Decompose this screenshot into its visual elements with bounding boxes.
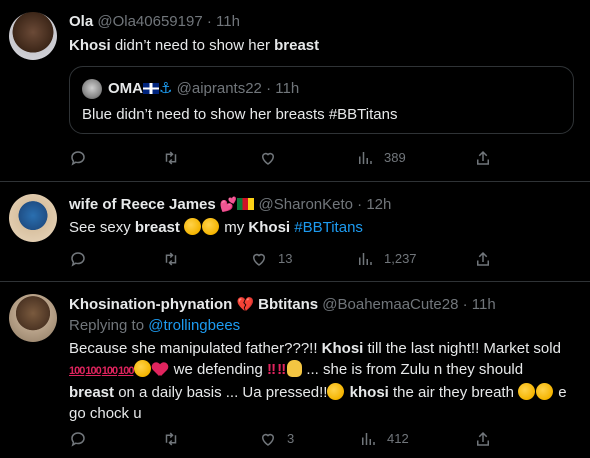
hundred-emoji: 100 (69, 365, 85, 377)
display-name[interactable]: wife of Reece James (69, 196, 216, 213)
reply-icon (71, 151, 85, 166)
display-name[interactable]: Khosination-phynation (69, 296, 232, 313)
victory-hand-emoji (287, 360, 303, 377)
smiling-hearts-emoji (134, 360, 152, 377)
reply-icon (71, 432, 85, 447)
quote-header: OMA ⚓ @aiprants22 · 11h (108, 80, 300, 97)
tweet[interactable]: wife of Reece James 💕 @SharonKeto · 12h … (0, 182, 590, 282)
display-name-suffix[interactable]: Bbtitans (258, 296, 318, 313)
quoted-tweet[interactable]: OMA ⚓ @aiprants22 · 11h Blue didn’t need … (69, 66, 574, 134)
replying-to: Replying to @trollingbees (69, 317, 241, 334)
share-button[interactable] (474, 429, 492, 449)
hundred-emoji: 100 (85, 365, 101, 377)
quote-handle: @aiprants22 (176, 80, 262, 97)
views-count: 389 (384, 150, 406, 165)
retweet-button[interactable] (162, 148, 180, 168)
timestamp[interactable]: 11h (216, 13, 240, 30)
views-button[interactable]: 412 (359, 429, 409, 449)
retweet-icon (165, 432, 177, 446)
tweet[interactable]: Khosination-phynation 💔 Bbtitans @Boahem… (0, 282, 590, 458)
like-icon (252, 253, 266, 266)
tweet-actions: 13 1,237 (69, 249, 509, 269)
tweet[interactable]: Ola @Ola40659197 · 11h Khosi didn’t need… (0, 0, 590, 182)
like-icon (261, 433, 275, 446)
red-heart-emoji (152, 362, 168, 377)
tweet-text: Because she manipulated father???!! Khos… (69, 340, 567, 422)
tweet-header: Khosination-phynation 💔 Bbtitans @Boahem… (69, 296, 496, 313)
separator: · (206, 13, 212, 30)
views-count: 412 (387, 431, 409, 446)
share-button[interactable] (474, 148, 492, 168)
like-button[interactable]: 3 (259, 429, 294, 449)
tweet-text: See sexy breast my Khosi #BBTitans (69, 218, 363, 236)
double-exclamation-emoji: ‼ (277, 361, 286, 378)
timestamp[interactable]: 12h (366, 196, 391, 213)
quote-text: Blue didn’t need to show her breasts #BB… (82, 106, 398, 123)
avatar[interactable] (9, 194, 57, 242)
likes-count: 3 (287, 431, 295, 446)
retweet-icon (165, 151, 177, 165)
share-icon (477, 251, 489, 266)
user-handle[interactable]: @BoahemaaCute28 (322, 296, 458, 313)
joy-emoji (327, 383, 345, 400)
hundred-emoji: 100 (118, 365, 134, 377)
quote-avatar (82, 79, 102, 99)
share-button[interactable] (474, 249, 492, 269)
retweet-button[interactable] (162, 249, 180, 269)
flag-emoji (237, 198, 255, 210)
avatar[interactable] (9, 294, 57, 342)
reply-button[interactable] (69, 148, 87, 168)
views-icon (359, 152, 372, 164)
views-button[interactable]: 389 (356, 148, 406, 168)
reply-button[interactable] (69, 249, 87, 269)
tweet-actions: 3 412 (69, 429, 509, 449)
smiling-hearts-emoji (202, 218, 220, 235)
user-handle[interactable]: @SharonKeto (259, 196, 353, 213)
user-handle[interactable]: @Ola40659197 (97, 13, 202, 30)
tweet-header: Ola @Ola40659197 · 11h (69, 12, 578, 32)
retweet-button[interactable] (162, 429, 180, 449)
joy-emoji (518, 383, 536, 400)
timestamp[interactable]: 11h (472, 296, 496, 313)
tweet-header: wife of Reece James 💕 @SharonKeto · 12h (69, 196, 392, 213)
avatar[interactable] (9, 12, 57, 60)
like-icon (261, 152, 275, 165)
uk-flag-emoji (143, 83, 159, 94)
like-button[interactable] (259, 148, 277, 168)
smiling-hearts-emoji (184, 218, 202, 235)
reply-icon (71, 252, 85, 267)
tweet-text: Khosi didn’t need to show her breast (69, 37, 320, 54)
likes-count: 13 (278, 251, 293, 266)
reply-button[interactable] (69, 429, 87, 449)
quote-timestamp: 11h (275, 80, 300, 97)
joy-emoji (536, 383, 554, 400)
views-count: 1,237 (384, 251, 417, 266)
quote-display-name: OMA (108, 80, 143, 97)
hashtag-link[interactable]: #BBTitans (294, 219, 363, 236)
double-exclamation-emoji: ‼ (267, 361, 276, 378)
two-hearts-emoji: 💕 (219, 196, 238, 212)
views-icon (362, 433, 375, 445)
broken-heart-emoji: 💔 (236, 296, 254, 312)
views-button[interactable]: 1,237 (356, 249, 417, 269)
share-icon (477, 431, 489, 446)
retweet-icon (165, 252, 177, 266)
reply-target-link[interactable]: @trollingbees (148, 317, 240, 334)
display-name[interactable]: Ola (69, 13, 93, 30)
hundred-emoji: 100 (101, 365, 118, 377)
anchor-emoji: ⚓ (159, 80, 173, 97)
like-button[interactable]: 13 (250, 249, 292, 269)
views-icon (359, 253, 372, 265)
tweet-actions: 389 (69, 148, 509, 168)
share-icon (477, 150, 489, 165)
